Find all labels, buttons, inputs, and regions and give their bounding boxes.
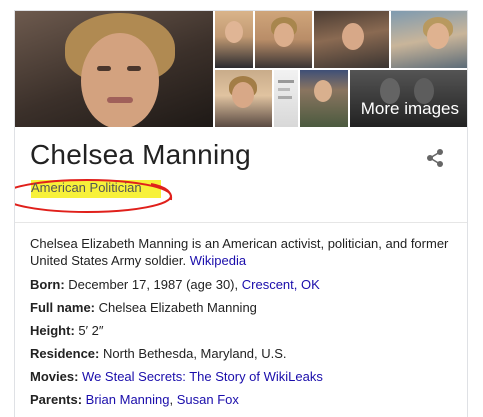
knowledge-panel: More images Chelsea Manning American Pol… — [14, 10, 468, 417]
entity-description: Chelsea Elizabeth Manning is an American… — [30, 235, 455, 269]
fact-label: Parents: — [30, 392, 83, 407]
fact-label: Movies: — [30, 369, 79, 384]
subtitle-text: American Politician — [31, 180, 142, 195]
separator: , — [169, 392, 177, 407]
thumbnail-image[interactable] — [391, 11, 467, 68]
entity-title: Chelsea Manning — [30, 139, 251, 170]
fact-label: Full name: — [30, 300, 96, 315]
thumbnail-image[interactable] — [255, 11, 312, 68]
fact-value: North Bethesda, Maryland, U.S. — [103, 346, 287, 361]
birthplace-link[interactable]: Crescent, OK — [242, 277, 320, 292]
main-image[interactable] — [15, 11, 213, 127]
fact-value: December 17, 1987 (age 30), — [68, 277, 239, 292]
parent-link[interactable]: Brian Manning — [86, 392, 170, 407]
thumbnail-image[interactable] — [215, 11, 253, 68]
divider — [15, 222, 467, 223]
thumbnail-image[interactable] — [314, 11, 389, 68]
thumbnail-image[interactable] — [274, 70, 298, 127]
thumbnail-image[interactable] — [215, 70, 272, 127]
thumbnail-image[interactable] — [300, 70, 348, 127]
fact-movies: Movies: We Steal Secrets: The Story of W… — [30, 365, 460, 388]
movie-link[interactable]: We Steal Secrets: The Story of WikiLeaks — [82, 369, 323, 384]
more-images-label: More images — [360, 99, 459, 118]
parent-link[interactable]: Susan Fox — [177, 392, 239, 407]
more-images-link[interactable]: More images — [350, 70, 467, 127]
share-icon[interactable] — [425, 148, 445, 168]
fact-height: Height: 5′ 2″ — [30, 319, 460, 342]
fact-label: Born: — [30, 277, 65, 292]
fact-full-name: Full name: Chelsea Elizabeth Manning — [30, 296, 460, 319]
wikipedia-link[interactable]: Wikipedia — [190, 253, 246, 268]
fact-parents: Parents: Brian Manning, Susan Fox — [30, 388, 460, 411]
image-strip: More images — [15, 11, 467, 127]
fact-born: Born: December 17, 1987 (age 30), Cresce… — [30, 273, 460, 296]
fact-residence: Residence: North Bethesda, Maryland, U.S… — [30, 342, 460, 365]
fact-value: Chelsea Elizabeth Manning — [98, 300, 257, 315]
entity-subtitle: American Politician — [31, 180, 161, 198]
fact-label: Residence: — [30, 346, 100, 361]
facts-list: Born: December 17, 1987 (age 30), Cresce… — [30, 273, 460, 411]
fact-label: Height: — [30, 323, 75, 338]
fact-value: 5′ 2″ — [78, 323, 104, 338]
